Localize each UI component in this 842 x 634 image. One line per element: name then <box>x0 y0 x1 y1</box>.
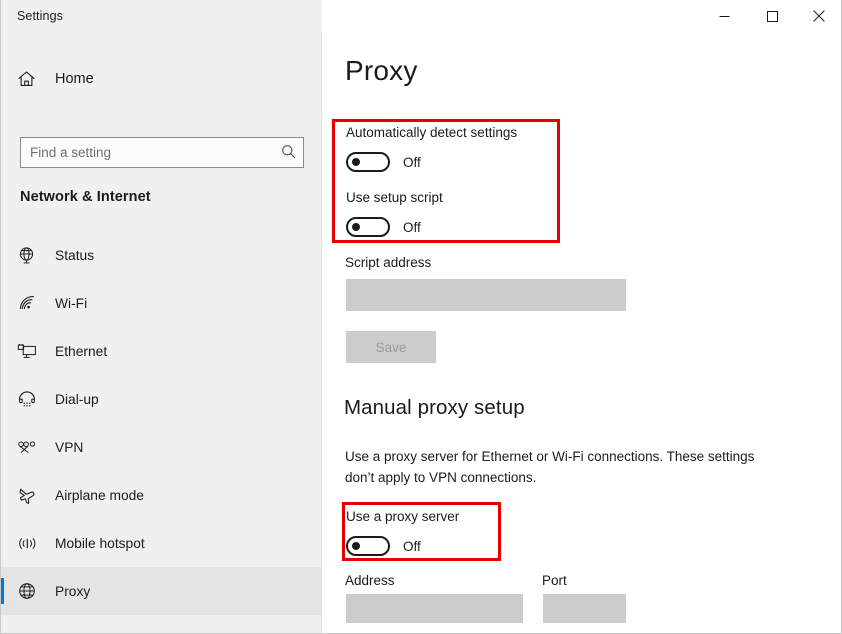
automatically-detect-settings-label: Automatically detect settings <box>346 125 517 140</box>
script-address-label: Script address <box>345 255 431 270</box>
wifi-icon <box>17 294 47 313</box>
sidebar-item-vpn-label: VPN <box>55 440 83 455</box>
toggle-track <box>346 152 390 172</box>
sidebar-item-proxy-label: Proxy <box>55 584 90 599</box>
toggle-knob <box>352 158 360 166</box>
maximize-icon <box>767 11 778 22</box>
mobile-hotspot-icon <box>17 534 47 553</box>
dialup-icon <box>17 390 47 409</box>
close-button[interactable] <box>796 0 842 32</box>
manual-proxy-setup-heading: Manual proxy setup <box>344 396 525 420</box>
page-title: Proxy <box>345 55 418 87</box>
use-a-proxy-server-label: Use a proxy server <box>346 509 459 524</box>
close-icon <box>813 10 825 22</box>
sidebar-item-home[interactable]: Home <box>1 59 322 99</box>
sidebar-section-title: Network & Internet <box>20 189 151 205</box>
toggle-knob <box>352 542 360 550</box>
sidebar-item-status[interactable]: Status <box>1 231 322 279</box>
sidebar-item-wi-fi-label: Wi-Fi <box>55 296 87 311</box>
app-title: Settings <box>17 9 63 23</box>
title-bar: Settings <box>1 0 842 32</box>
use-setup-script-state: Off <box>403 220 421 235</box>
address-label: Address <box>345 573 395 588</box>
sidebar-item-dial-up-label: Dial-up <box>55 392 99 407</box>
search-button[interactable] <box>273 138 303 167</box>
sidebar-item-dial-up[interactable]: Dial-up <box>1 375 322 423</box>
sidebar-item-vpn[interactable]: VPN <box>1 423 322 471</box>
sidebar: Home Network & Internet <box>1 32 322 633</box>
sidebar-item-ethernet[interactable]: Ethernet <box>1 327 322 375</box>
search-icon <box>281 144 296 162</box>
ethernet-icon <box>17 342 47 361</box>
toggle-track <box>346 217 390 237</box>
home-icon <box>17 70 47 88</box>
port-input[interactable] <box>543 594 626 623</box>
sidebar-item-mobile-hotspot[interactable]: Mobile hotspot <box>1 519 322 567</box>
use-a-proxy-server-state: Off <box>403 539 421 554</box>
sidebar-item-airplane-mode[interactable]: Airplane mode <box>1 471 322 519</box>
use-setup-script-label: Use setup script <box>346 190 443 205</box>
save-button[interactable]: Save <box>346 331 436 363</box>
sidebar-item-status-label: Status <box>55 248 94 263</box>
automatically-detect-settings-state: Off <box>403 155 421 170</box>
search-input[interactable] <box>21 138 273 167</box>
port-label: Port <box>542 573 567 588</box>
status-globe-icon <box>17 246 47 265</box>
airplane-icon <box>17 486 47 505</box>
settings-window: Settings <box>0 0 842 634</box>
minimize-button[interactable] <box>701 0 747 32</box>
sidebar-item-wi-fi[interactable]: Wi-Fi <box>1 279 322 327</box>
script-address-input[interactable] <box>346 279 626 311</box>
search-box[interactable] <box>20 137 304 168</box>
selection-indicator <box>1 578 4 604</box>
manual-proxy-setup-description: Use a proxy server for Ethernet or Wi-Fi… <box>345 446 770 488</box>
sidebar-item-proxy[interactable]: Proxy <box>1 567 322 615</box>
automatically-detect-settings-toggle[interactable]: Off <box>346 151 434 173</box>
use-setup-script-toggle[interactable]: Off <box>346 216 434 238</box>
use-a-proxy-server-toggle[interactable]: Off <box>346 535 434 557</box>
toggle-knob <box>352 223 360 231</box>
sidebar-item-mobile-hotspot-label: Mobile hotspot <box>55 536 145 551</box>
sidebar-item-home-label: Home <box>55 71 94 87</box>
address-input[interactable] <box>346 594 523 623</box>
sidebar-item-airplane-mode-label: Airplane mode <box>55 488 144 503</box>
minimize-icon <box>719 11 730 22</box>
maximize-button[interactable] <box>749 0 795 32</box>
toggle-track <box>346 536 390 556</box>
vpn-icon <box>17 438 47 457</box>
sidebar-item-ethernet-label: Ethernet <box>55 344 107 359</box>
proxy-globe-icon <box>17 581 47 601</box>
sidebar-nav-list: Status Wi-Fi <box>1 231 322 615</box>
